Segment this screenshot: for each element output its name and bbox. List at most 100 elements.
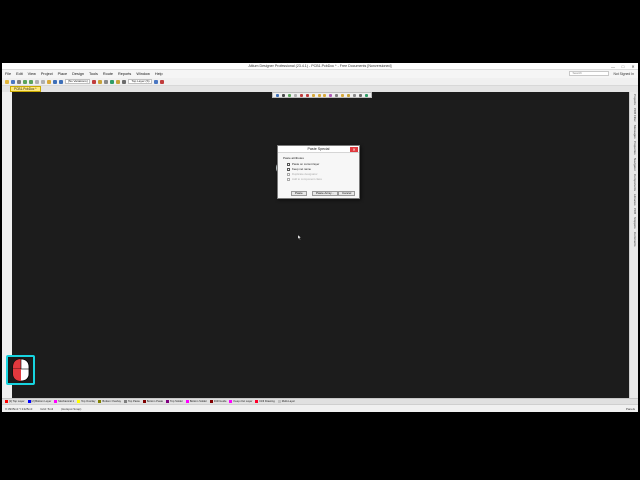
interactive-route-icon[interactable] xyxy=(299,93,303,97)
text-icon[interactable] xyxy=(116,79,121,84)
panel-tab-navigator[interactable]: Navigator xyxy=(631,158,638,171)
menu-tools[interactable]: Tools xyxy=(89,72,98,76)
dialog-title: Paste Special xyxy=(278,146,359,153)
menu-window[interactable]: Window xyxy=(136,72,150,76)
keepout-icon[interactable] xyxy=(329,93,333,97)
search-input[interactable]: Search xyxy=(569,71,610,76)
diff-pair-icon[interactable] xyxy=(305,93,309,97)
checkbox xyxy=(287,172,290,176)
layer-tab[interactable]: Bottom Overlay xyxy=(97,400,122,403)
layer-tab[interactable]: Drill Guide xyxy=(209,400,228,403)
menu-edit[interactable]: Edit xyxy=(16,72,23,76)
panel-tab-pcb-filter[interactable]: PCB Filter xyxy=(631,108,638,122)
menu-view[interactable]: View xyxy=(28,72,36,76)
menu-reports[interactable]: Reports xyxy=(118,72,131,76)
copy-icon[interactable] xyxy=(41,79,45,84)
paste-special-dialog: Paste Special ✕ Paste attributes Paste o… xyxy=(277,145,360,199)
keep-net-name-option[interactable]: Keep net name xyxy=(287,167,311,171)
panel-tab-snippets[interactable]: Snippets xyxy=(631,217,638,229)
component-place-icon[interactable] xyxy=(358,93,362,97)
redo-icon[interactable] xyxy=(59,79,63,84)
variant-combo[interactable]: [No Variations] xyxy=(65,79,91,84)
menu-route[interactable]: Route xyxy=(103,72,113,76)
menu-design[interactable]: Design xyxy=(72,72,84,76)
layer-tab[interactable]: Top Overlay xyxy=(76,400,96,403)
layer-swatch xyxy=(255,400,259,403)
paste-array-button[interactable]: Paste Array... xyxy=(312,191,338,196)
close-window-button[interactable]: ✕ xyxy=(630,64,636,69)
layer-swatch xyxy=(185,400,189,403)
checkbox[interactable] xyxy=(287,167,290,171)
layer-tab[interactable]: Keep-Out Layer xyxy=(228,400,253,403)
panel-tab-comments[interactable]: Comments xyxy=(631,232,638,247)
menu-project[interactable]: Project xyxy=(41,72,53,76)
checkbox[interactable] xyxy=(287,162,290,166)
layer-tab[interactable]: Multi-Layer xyxy=(277,400,296,403)
pad-icon[interactable] xyxy=(104,79,109,84)
layer-tab[interactable]: Drill Drawing xyxy=(254,400,275,403)
panel-tab-pcb[interactable]: PCB xyxy=(631,208,638,214)
track-icon[interactable] xyxy=(311,93,315,97)
layer-tab[interactable]: [1] Top Layer xyxy=(4,400,26,403)
paste-on-current-layer-option[interactable]: Paste on current layer xyxy=(287,162,319,166)
string-icon[interactable] xyxy=(341,93,345,97)
fill-icon[interactable] xyxy=(323,93,327,97)
grid-readout: Grid: 5mil xyxy=(40,406,54,411)
right-panel-strip: Projects PCB Filter Messages Properties … xyxy=(629,92,638,398)
layer-tab[interactable]: [2] Bottom Layer xyxy=(27,400,53,403)
zoom-fit-icon[interactable] xyxy=(29,79,33,84)
dimension-icon[interactable] xyxy=(335,93,339,97)
component-icon[interactable] xyxy=(122,79,127,84)
window-controls: — □ ✕ xyxy=(610,64,636,69)
layer-tab[interactable]: Mechanical 1 xyxy=(53,400,75,403)
paste-button[interactable]: Paste xyxy=(291,191,307,196)
dialog-close-button[interactable]: ✕ xyxy=(350,147,358,152)
panel-tab-properties[interactable]: Properties xyxy=(631,141,638,155)
arc-icon[interactable] xyxy=(317,93,321,97)
polygon-icon[interactable] xyxy=(110,79,115,84)
layer-tab[interactable]: Top Paste xyxy=(123,400,141,403)
open-icon[interactable] xyxy=(5,79,9,84)
panel-tab-messages[interactable]: Messages xyxy=(631,125,638,139)
align-icon[interactable] xyxy=(294,93,298,97)
coords-readout: X:3935mil Y:1325mil xyxy=(5,406,33,411)
panels-button[interactable]: Panels xyxy=(626,407,635,411)
select-icon[interactable] xyxy=(282,93,286,97)
layer-tab[interactable]: Top Solder xyxy=(165,400,184,403)
minimize-button[interactable]: — xyxy=(610,64,616,69)
place-pad-icon[interactable] xyxy=(352,93,356,97)
menu-help[interactable]: Help xyxy=(155,72,163,76)
cancel-button[interactable]: Cancel xyxy=(338,191,356,196)
undo-icon[interactable] xyxy=(53,79,57,84)
paste-icon[interactable] xyxy=(47,79,51,84)
signin-button[interactable]: Not Signed In xyxy=(613,72,634,76)
3d-view-icon[interactable] xyxy=(154,79,159,84)
print-icon[interactable] xyxy=(17,79,21,84)
layer-swatch xyxy=(229,400,233,403)
pcb-canvas[interactable] xyxy=(12,92,629,398)
mouse-icon xyxy=(12,358,29,382)
drc-icon[interactable] xyxy=(160,79,165,84)
layer-swatch xyxy=(123,400,127,403)
place-via-icon[interactable] xyxy=(346,93,350,97)
layer-swatch xyxy=(277,400,281,403)
panel-tab-projects[interactable]: Projects xyxy=(631,94,638,105)
via-icon[interactable] xyxy=(98,79,103,84)
snap-readout: (Hotspot Snap) xyxy=(61,406,82,411)
route-icon[interactable] xyxy=(92,79,97,84)
zoom-icon[interactable] xyxy=(23,79,27,84)
filter-icon[interactable] xyxy=(276,93,280,97)
panel-tab-libraries[interactable]: Libraries xyxy=(631,194,638,206)
polygon-place-icon[interactable] xyxy=(364,93,368,97)
cut-icon[interactable] xyxy=(35,79,39,84)
maximize-button[interactable]: □ xyxy=(620,64,626,69)
layer-tab[interactable]: Bottom Paste xyxy=(142,400,164,403)
menu-place[interactable]: Place xyxy=(58,72,68,76)
panel-tab-components[interactable]: Components xyxy=(631,174,638,191)
menu-file[interactable]: File xyxy=(5,72,11,76)
move-icon[interactable] xyxy=(288,93,292,97)
layer-tab[interactable]: Bottom Solder xyxy=(185,400,208,403)
save-icon[interactable] xyxy=(11,79,15,84)
layer-combo[interactable]: Top Layer (S) xyxy=(128,79,153,84)
layer-swatch xyxy=(166,400,170,403)
